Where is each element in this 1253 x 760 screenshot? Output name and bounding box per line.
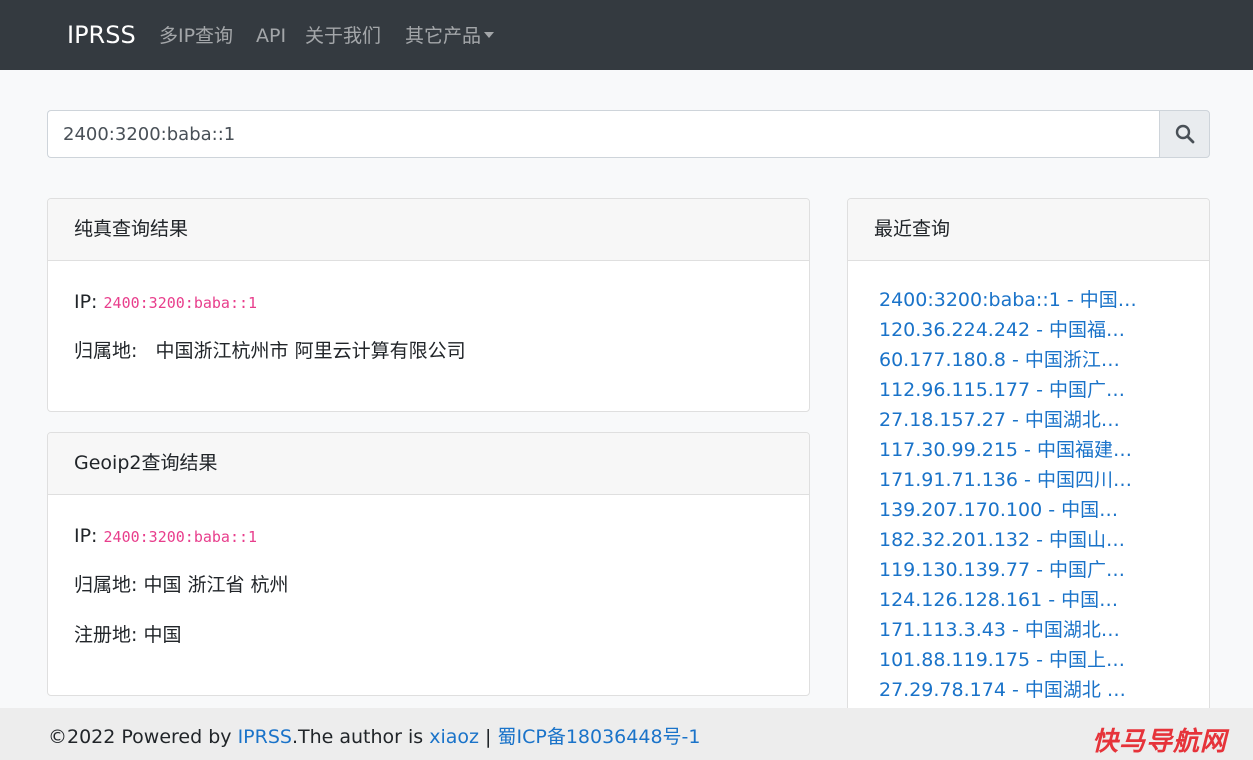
location-label: 归属地: [74,340,138,362]
recent-query-link[interactable]: 120.36.224.242 - 中国福建... [879,317,1137,347]
chunzhen-ip-row: IP: 2400:3200:baba::1 [74,289,257,316]
recent-query-link[interactable]: 171.113.3.43 - 中国湖北武... [879,617,1137,647]
geoip2-location-row: 归属地: 中国 浙江省 杭州 [74,572,289,598]
recent-query-link[interactable]: 171.91.71.136 - 中国四川绵... [879,467,1137,497]
geoip2-registered-row: 注册地: 中国 [74,622,181,648]
recent-query-link[interactable]: 27.18.157.27 - 中国湖北武... [879,407,1137,437]
nav-other-products-dropdown[interactable]: 其它产品 [405,23,495,49]
footer-icp-link[interactable]: 蜀ICP备18036448号-1 [498,726,701,748]
ip-label: IP: [74,291,98,313]
recent-card-title: 最近查询 [848,199,1209,261]
chunzhen-card-title: 纯真查询结果 [48,199,809,261]
location-value: 中国浙江杭州市 阿里云计算有限公司 [155,340,466,362]
caret-down-icon [484,32,495,38]
ip-value: 2400:3200:baba::1 [103,528,258,546]
search-button[interactable] [1159,110,1210,158]
nav-other-products-label: 其它产品 [405,25,482,47]
top-navbar: IPRSS 多IP查询 API 关于我们 其它产品 [0,0,1253,70]
recent-query-link[interactable]: 27.29.78.174 - 中国湖北 电信 [879,677,1137,707]
footer-site-link[interactable]: IPRSS [238,726,292,748]
page-footer: ©2022 Powered by IPRSS.The author is xia… [0,708,1253,760]
ip-label: IP: [74,525,98,547]
geoip2-result-card: Geoip2查询结果 IP: 2400:3200:baba::1 归属地: 中国… [47,432,810,696]
footer-author-text: .The author is [291,726,430,748]
ip-search-input[interactable] [47,110,1160,158]
recent-query-link[interactable]: 101.88.119.175 - 中国上海 ... [879,647,1137,677]
ip-value: 2400:3200:baba::1 [103,294,258,312]
nav-about-us[interactable]: 关于我们 [305,23,381,49]
registered-label: 注册地: [74,624,138,646]
brand-logo[interactable]: IPRSS [67,19,136,51]
chunzhen-result-card: 纯真查询结果 IP: 2400:3200:baba::1 归属地: 中国浙江杭州… [47,198,810,412]
watermark-logo: 快马导航网 [1091,727,1227,757]
footer-separator: | [479,726,498,748]
recent-query-link[interactable]: 124.126.128.161 - 中国北京... [879,587,1137,617]
footer-text: ©2022 Powered by IPRSS.The author is xia… [48,724,700,750]
recent-query-link[interactable]: 2400:3200:baba::1 - 中国浙... [879,287,1137,317]
location-value: 中国 浙江省 杭州 [143,574,289,596]
location-label: 归属地: [74,574,138,596]
recent-query-link[interactable]: 119.130.139.77 - 中国广东... [879,557,1137,587]
recent-queries-card: 最近查询 2400:3200:baba::1 - 中国浙... 120.36.2… [847,198,1210,728]
recent-query-link[interactable]: 139.207.170.100 - 中国四川... [879,497,1137,527]
geoip2-card-title: Geoip2查询结果 [48,433,809,495]
footer-copyright: ©2022 Powered by [48,726,238,748]
nav-multi-ip-query[interactable]: 多IP查询 [159,23,233,49]
footer-author-link[interactable]: xiaoz [429,726,479,748]
recent-query-list: 2400:3200:baba::1 - 中国浙... 120.36.224.24… [879,287,1179,707]
recent-query-link[interactable]: 182.32.201.132 - 中国山东... [879,527,1137,557]
recent-query-link[interactable]: 112.96.115.177 - 中国广东... [879,377,1137,407]
registered-value: 中国 [143,624,182,646]
geoip2-ip-row: IP: 2400:3200:baba::1 [74,523,257,550]
recent-query-link[interactable]: 117.30.99.215 - 中国福建厦... [879,437,1137,467]
search-icon [1175,124,1194,144]
chunzhen-location-row: 归属地: 中国浙江杭州市 阿里云计算有限公司 [74,338,466,364]
nav-api[interactable]: API [256,23,286,49]
recent-query-link[interactable]: 60.177.180.8 - 中国浙江杭... [879,347,1137,377]
